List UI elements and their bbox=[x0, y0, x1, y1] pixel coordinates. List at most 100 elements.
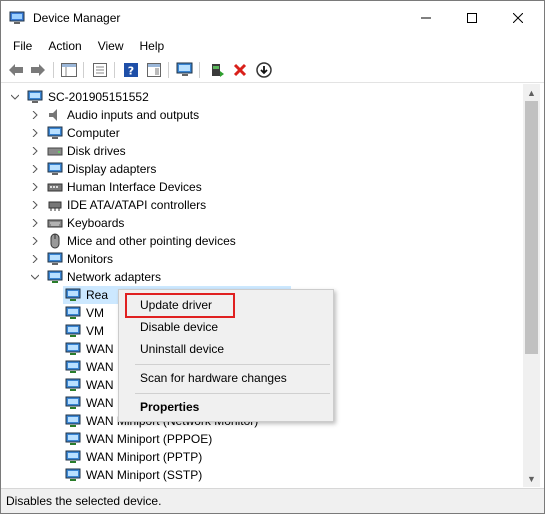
network-adapter-icon bbox=[65, 467, 81, 483]
expand-chevron-icon[interactable] bbox=[30, 160, 40, 178]
network-device-wan-sstp[interactable]: WAN Miniport (SSTP) bbox=[63, 466, 363, 484]
scrollbar-thumb[interactable] bbox=[525, 101, 538, 354]
monitor-icon bbox=[47, 251, 63, 267]
scroll-down-icon[interactable]: ▼ bbox=[523, 470, 540, 487]
tree-category-monitors[interactable]: Monitors bbox=[1, 250, 521, 268]
tree-category-label: Human Interface Devices bbox=[67, 180, 202, 194]
network-device-label: VM bbox=[86, 324, 104, 338]
menu-separator bbox=[135, 364, 330, 365]
network-adapter-icon bbox=[65, 413, 81, 429]
network-adapter-icon bbox=[65, 395, 81, 411]
help-icon[interactable]: ? bbox=[121, 60, 141, 80]
disk-drive-icon bbox=[47, 143, 63, 159]
network-device-wan-pptp[interactable]: WAN Miniport (PPTP) bbox=[63, 448, 363, 466]
tree-category-label: Network adapters bbox=[67, 270, 162, 284]
tree-category-display-adapters[interactable]: Display adapters bbox=[1, 160, 521, 178]
disable-icon[interactable] bbox=[254, 60, 274, 80]
tree-category-label: Computer bbox=[67, 126, 120, 140]
status-text: Disables the selected device. bbox=[6, 494, 162, 508]
network-device-label: WAN Miniport (PPPOE) bbox=[86, 432, 213, 446]
network-adapter-icon bbox=[65, 341, 81, 357]
network-device-wan-pppoe[interactable]: WAN Miniport (PPPOE) bbox=[63, 430, 363, 448]
menu-uninstall-device[interactable]: Uninstall device bbox=[120, 338, 333, 360]
toolbar-separator bbox=[83, 62, 84, 78]
vertical-scrollbar[interactable]: ▲ ▼ bbox=[523, 84, 540, 487]
scan-monitor-icon[interactable] bbox=[175, 60, 195, 80]
collapse-chevron-icon[interactable] bbox=[30, 268, 40, 286]
device-manager-icon bbox=[9, 11, 25, 25]
tree-category-audio[interactable]: Audio inputs and outputs bbox=[1, 106, 521, 124]
expand-chevron-icon[interactable] bbox=[30, 232, 40, 250]
tree-category-computer[interactable]: Computer bbox=[1, 124, 521, 142]
tree-category-hid[interactable]: Human Interface Devices bbox=[1, 178, 521, 196]
network-device-label: WAN Miniport (SSTP) bbox=[86, 468, 203, 482]
expand-chevron-icon[interactable] bbox=[30, 214, 40, 232]
tree-category-mice[interactable]: Mice and other pointing devices bbox=[1, 232, 521, 250]
tree-category-label: Keyboards bbox=[67, 216, 125, 230]
toolbar-separator bbox=[53, 62, 54, 78]
tree-root[interactable]: SC-201905151552 bbox=[1, 88, 521, 106]
network-adapter-icon bbox=[65, 377, 81, 393]
tree-category-network-adapters[interactable]: Network adapters bbox=[1, 268, 521, 286]
minimize-button[interactable] bbox=[403, 1, 449, 35]
expand-chevron-icon[interactable] bbox=[30, 124, 40, 142]
toolbar-separator bbox=[168, 62, 169, 78]
expand-chevron-icon[interactable] bbox=[30, 178, 40, 196]
expand-chevron-icon[interactable] bbox=[30, 142, 40, 160]
tree-category-label: Audio inputs and outputs bbox=[67, 108, 200, 122]
network-adapter-icon bbox=[65, 323, 81, 339]
tree-category-label: Display adapters bbox=[67, 162, 157, 176]
uninstall-icon[interactable] bbox=[230, 60, 250, 80]
speaker-icon bbox=[47, 107, 63, 123]
back-icon[interactable] bbox=[6, 60, 26, 80]
tree-category-label: Mice and other pointing devices bbox=[67, 234, 236, 248]
computer-icon bbox=[27, 89, 43, 105]
tree-category-ide[interactable]: IDE ATA/ATAPI controllers bbox=[1, 196, 521, 214]
maximize-button[interactable] bbox=[449, 1, 495, 35]
network-device-label: WAN bbox=[86, 378, 114, 392]
network-adapter-icon bbox=[47, 269, 63, 285]
network-device-label: WAN Miniport (PPTP) bbox=[86, 450, 203, 464]
network-device-label: WAN bbox=[86, 396, 114, 410]
keyboard-icon bbox=[47, 215, 63, 231]
close-button[interactable] bbox=[495, 1, 541, 35]
svg-text:?: ? bbox=[128, 65, 134, 78]
tree-category-label: Disk drives bbox=[67, 144, 126, 158]
menu-bar: File Action View Help bbox=[1, 35, 544, 57]
action-pane-icon[interactable] bbox=[144, 60, 164, 80]
window-title: Device Manager bbox=[33, 11, 121, 25]
network-adapter-icon bbox=[65, 431, 81, 447]
tree-category-label: Monitors bbox=[67, 252, 114, 266]
menu-scan-hardware[interactable]: Scan for hardware changes bbox=[120, 367, 333, 389]
show-hide-tree-icon[interactable] bbox=[59, 60, 79, 80]
ide-controller-icon bbox=[47, 197, 63, 213]
menu-view[interactable]: View bbox=[90, 36, 132, 56]
tree-category-keyboards[interactable]: Keyboards bbox=[1, 214, 521, 232]
title-bar: Device Manager bbox=[1, 1, 544, 35]
network-device-label: Rea bbox=[86, 288, 109, 302]
menu-action[interactable]: Action bbox=[40, 36, 89, 56]
network-adapter-icon bbox=[65, 287, 81, 303]
tree-category-label: IDE ATA/ATAPI controllers bbox=[67, 198, 207, 212]
network-adapter-icon bbox=[65, 305, 81, 321]
tree-category-disk-drives[interactable]: Disk drives bbox=[1, 142, 521, 160]
expand-chevron-icon[interactable] bbox=[30, 250, 40, 268]
tree-root-label: SC-201905151552 bbox=[48, 90, 149, 104]
network-device-label: VM bbox=[86, 306, 104, 320]
device-manager-window: Device Manager File Action View Help ? S… bbox=[0, 0, 545, 514]
menu-properties[interactable]: Properties bbox=[120, 396, 333, 418]
network-adapter-icon bbox=[65, 449, 81, 465]
expand-chevron-icon[interactable] bbox=[30, 106, 40, 124]
expand-chevron-icon[interactable] bbox=[30, 196, 40, 214]
menu-file[interactable]: File bbox=[5, 36, 40, 56]
device-tree: SC-201905151552 Audio inputs and outputs… bbox=[1, 84, 523, 487]
collapse-chevron-icon[interactable] bbox=[10, 88, 20, 106]
menu-disable-device[interactable]: Disable device bbox=[120, 316, 333, 338]
properties-icon[interactable] bbox=[90, 60, 110, 80]
status-bar: Disables the selected device. bbox=[1, 488, 544, 513]
update-driver-icon[interactable] bbox=[207, 60, 227, 80]
scroll-up-icon[interactable]: ▲ bbox=[523, 84, 540, 101]
toolbar-separator bbox=[199, 62, 200, 78]
menu-help[interactable]: Help bbox=[132, 36, 173, 56]
forward-icon[interactable] bbox=[28, 60, 48, 80]
